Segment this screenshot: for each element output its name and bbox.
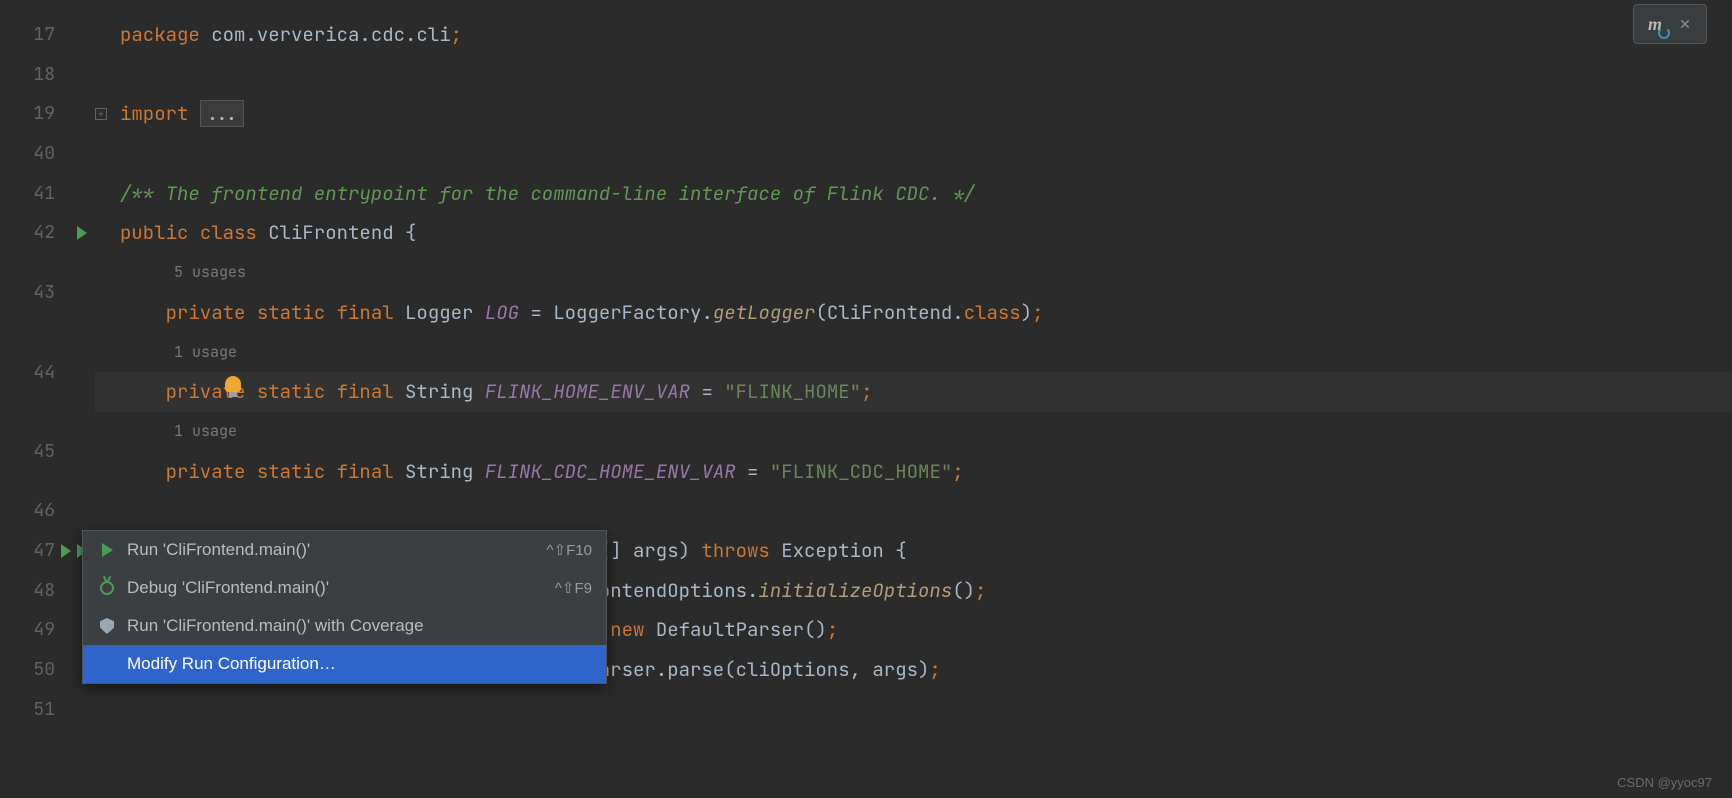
code-line[interactable]: package com.ververica.cdc.cli; [95, 15, 1732, 55]
line-number: 51 [0, 690, 95, 730]
context-menu: Run 'CliFrontend.main()' ^⇧F10 Debug 'Cl… [82, 530, 607, 684]
refresh-icon [1658, 27, 1670, 39]
menu-label: Run 'CliFrontend.main()' with Coverage [127, 616, 592, 636]
line-number: 45 [0, 412, 95, 491]
maven-refresh-icon[interactable]: m [1640, 9, 1670, 39]
menu-item-coverage[interactable]: Run 'CliFrontend.main()' with Coverage [83, 607, 606, 645]
menu-item-debug[interactable]: Debug 'CliFrontend.main()' ^⇧F9 [83, 569, 606, 607]
folded-region[interactable]: ... [200, 100, 244, 127]
line-number: 41 [0, 174, 95, 214]
code-line[interactable]: private static final Logger LOG = Logger… [95, 293, 1732, 333]
code-line-current[interactable]: private static final String FLINK_HOME_E… [95, 372, 1732, 412]
line-number: 43 [0, 253, 95, 332]
code-line[interactable] [95, 491, 1732, 531]
menu-label: Run 'CliFrontend.main()' [127, 540, 547, 560]
code-line[interactable]: /** The frontend entrypoint for the comm… [95, 174, 1732, 214]
line-number: 18 [0, 55, 95, 95]
close-icon[interactable]: ✕ [1670, 9, 1700, 39]
play-icon [97, 540, 117, 560]
floating-toolbar: m ✕ [1633, 4, 1707, 44]
code-line[interactable] [95, 134, 1732, 174]
line-number: 49 [0, 610, 95, 650]
line-number: 48 [0, 571, 95, 611]
line-number: 40 [0, 134, 95, 174]
intention-bulb-icon[interactable] [225, 376, 241, 392]
usage-hint[interactable]: 5 usages [95, 253, 1732, 293]
line-number: 17 [0, 15, 95, 55]
code-line[interactable]: import ... [95, 94, 1732, 134]
run-icon[interactable] [61, 544, 71, 558]
usage-hint[interactable]: 1 usage [95, 412, 1732, 452]
line-number: 19+ [0, 94, 95, 134]
code-line[interactable] [95, 55, 1732, 95]
run-icon[interactable] [77, 226, 87, 240]
menu-shortcut: ^⇧F10 [547, 541, 592, 559]
shield-icon [97, 616, 117, 636]
line-number: 44 [0, 333, 95, 412]
code-line[interactable] [95, 690, 1732, 730]
code-line[interactable]: public class CliFrontend { [95, 213, 1732, 253]
usage-hint[interactable]: 1 usage [95, 333, 1732, 373]
gutter: 17 18 19+ 40 41 42 43 44 45 46 47 48 49 … [0, 0, 95, 798]
blank-icon [97, 654, 117, 674]
menu-item-modify-config[interactable]: Modify Run Configuration… [83, 645, 606, 683]
line-number: 47 [0, 531, 95, 571]
menu-item-run[interactable]: Run 'CliFrontend.main()' ^⇧F10 [83, 531, 606, 569]
code-line[interactable]: private static final String FLINK_CDC_HO… [95, 452, 1732, 492]
debug-icon [97, 578, 117, 598]
line-number: 46 [0, 491, 95, 531]
watermark: CSDN @yyoc97 [1617, 775, 1712, 790]
menu-label: Debug 'CliFrontend.main()' [127, 578, 555, 598]
line-number: 42 [0, 213, 95, 253]
line-number: 50 [0, 650, 95, 690]
menu-label: Modify Run Configuration… [127, 654, 592, 674]
menu-shortcut: ^⇧F9 [555, 579, 592, 597]
